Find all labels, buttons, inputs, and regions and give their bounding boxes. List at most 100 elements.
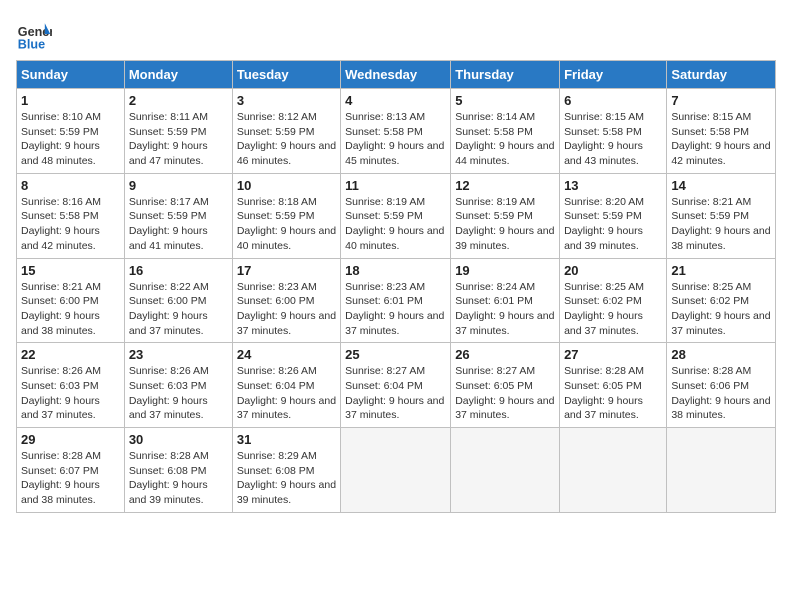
calendar-day-18: 18 Sunrise: 8:23 AM Sunset: 6:01 PM Dayl… xyxy=(341,258,451,343)
calendar-day-2: 2 Sunrise: 8:11 AM Sunset: 5:59 PM Dayli… xyxy=(124,89,232,174)
day-info: Sunrise: 8:19 AM Sunset: 5:59 PM Dayligh… xyxy=(455,195,555,254)
calendar-header: SundayMondayTuesdayWednesdayThursdayFrid… xyxy=(17,61,776,89)
day-info: Sunrise: 8:25 AM Sunset: 6:02 PM Dayligh… xyxy=(671,280,771,339)
calendar-day-20: 20 Sunrise: 8:25 AM Sunset: 6:02 PM Dayl… xyxy=(560,258,667,343)
day-number: 13 xyxy=(564,178,662,193)
weekday-header-friday: Friday xyxy=(560,61,667,89)
day-number: 3 xyxy=(237,93,336,108)
calendar-empty-cell xyxy=(451,428,560,513)
calendar-day-8: 8 Sunrise: 8:16 AM Sunset: 5:58 PM Dayli… xyxy=(17,173,125,258)
day-number: 5 xyxy=(455,93,555,108)
calendar-day-3: 3 Sunrise: 8:12 AM Sunset: 5:59 PM Dayli… xyxy=(232,89,340,174)
day-info: Sunrise: 8:23 AM Sunset: 6:00 PM Dayligh… xyxy=(237,280,336,339)
day-number: 31 xyxy=(237,432,336,447)
calendar-week-1: 1 Sunrise: 8:10 AM Sunset: 5:59 PM Dayli… xyxy=(17,89,776,174)
day-info: Sunrise: 8:20 AM Sunset: 5:59 PM Dayligh… xyxy=(564,195,662,254)
day-number: 19 xyxy=(455,263,555,278)
day-number: 15 xyxy=(21,263,120,278)
day-info: Sunrise: 8:11 AM Sunset: 5:59 PM Dayligh… xyxy=(129,110,228,169)
calendar-day-6: 6 Sunrise: 8:15 AM Sunset: 5:58 PM Dayli… xyxy=(560,89,667,174)
day-info: Sunrise: 8:28 AM Sunset: 6:08 PM Dayligh… xyxy=(129,449,228,508)
calendar-day-10: 10 Sunrise: 8:18 AM Sunset: 5:59 PM Dayl… xyxy=(232,173,340,258)
weekday-header-tuesday: Tuesday xyxy=(232,61,340,89)
calendar-day-16: 16 Sunrise: 8:22 AM Sunset: 6:00 PM Dayl… xyxy=(124,258,232,343)
day-number: 26 xyxy=(455,347,555,362)
day-number: 28 xyxy=(671,347,771,362)
calendar-day-27: 27 Sunrise: 8:28 AM Sunset: 6:05 PM Dayl… xyxy=(560,343,667,428)
day-info: Sunrise: 8:26 AM Sunset: 6:04 PM Dayligh… xyxy=(237,364,336,423)
day-number: 18 xyxy=(345,263,446,278)
day-number: 29 xyxy=(21,432,120,447)
day-number: 11 xyxy=(345,178,446,193)
calendar-empty-cell xyxy=(667,428,776,513)
day-info: Sunrise: 8:12 AM Sunset: 5:59 PM Dayligh… xyxy=(237,110,336,169)
calendar-week-4: 22 Sunrise: 8:26 AM Sunset: 6:03 PM Dayl… xyxy=(17,343,776,428)
day-info: Sunrise: 8:15 AM Sunset: 5:58 PM Dayligh… xyxy=(564,110,662,169)
calendar-day-5: 5 Sunrise: 8:14 AM Sunset: 5:58 PM Dayli… xyxy=(451,89,560,174)
calendar-day-14: 14 Sunrise: 8:21 AM Sunset: 5:59 PM Dayl… xyxy=(667,173,776,258)
day-number: 4 xyxy=(345,93,446,108)
day-number: 21 xyxy=(671,263,771,278)
day-info: Sunrise: 8:23 AM Sunset: 6:01 PM Dayligh… xyxy=(345,280,446,339)
day-info: Sunrise: 8:19 AM Sunset: 5:59 PM Dayligh… xyxy=(345,195,446,254)
logo: General Blue xyxy=(16,16,56,52)
day-info: Sunrise: 8:27 AM Sunset: 6:04 PM Dayligh… xyxy=(345,364,446,423)
calendar-day-12: 12 Sunrise: 8:19 AM Sunset: 5:59 PM Dayl… xyxy=(451,173,560,258)
calendar-week-2: 8 Sunrise: 8:16 AM Sunset: 5:58 PM Dayli… xyxy=(17,173,776,258)
day-number: 1 xyxy=(21,93,120,108)
day-number: 8 xyxy=(21,178,120,193)
weekday-header-wednesday: Wednesday xyxy=(341,61,451,89)
calendar-day-1: 1 Sunrise: 8:10 AM Sunset: 5:59 PM Dayli… xyxy=(17,89,125,174)
calendar-day-11: 11 Sunrise: 8:19 AM Sunset: 5:59 PM Dayl… xyxy=(341,173,451,258)
svg-text:Blue: Blue xyxy=(18,37,45,51)
day-number: 12 xyxy=(455,178,555,193)
weekday-header-sunday: Sunday xyxy=(17,61,125,89)
day-info: Sunrise: 8:28 AM Sunset: 6:07 PM Dayligh… xyxy=(21,449,120,508)
day-number: 25 xyxy=(345,347,446,362)
day-number: 22 xyxy=(21,347,120,362)
calendar-day-9: 9 Sunrise: 8:17 AM Sunset: 5:59 PM Dayli… xyxy=(124,173,232,258)
day-info: Sunrise: 8:28 AM Sunset: 6:05 PM Dayligh… xyxy=(564,364,662,423)
calendar-empty-cell xyxy=(560,428,667,513)
calendar-day-26: 26 Sunrise: 8:27 AM Sunset: 6:05 PM Dayl… xyxy=(451,343,560,428)
day-info: Sunrise: 8:29 AM Sunset: 6:08 PM Dayligh… xyxy=(237,449,336,508)
calendar-day-21: 21 Sunrise: 8:25 AM Sunset: 6:02 PM Dayl… xyxy=(667,258,776,343)
day-info: Sunrise: 8:13 AM Sunset: 5:58 PM Dayligh… xyxy=(345,110,446,169)
day-number: 30 xyxy=(129,432,228,447)
day-info: Sunrise: 8:15 AM Sunset: 5:58 PM Dayligh… xyxy=(671,110,771,169)
calendar-day-31: 31 Sunrise: 8:29 AM Sunset: 6:08 PM Dayl… xyxy=(232,428,340,513)
day-number: 24 xyxy=(237,347,336,362)
day-number: 6 xyxy=(564,93,662,108)
day-number: 10 xyxy=(237,178,336,193)
day-number: 14 xyxy=(671,178,771,193)
day-info: Sunrise: 8:14 AM Sunset: 5:58 PM Dayligh… xyxy=(455,110,555,169)
day-info: Sunrise: 8:22 AM Sunset: 6:00 PM Dayligh… xyxy=(129,280,228,339)
day-number: 2 xyxy=(129,93,228,108)
day-number: 20 xyxy=(564,263,662,278)
calendar-day-30: 30 Sunrise: 8:28 AM Sunset: 6:08 PM Dayl… xyxy=(124,428,232,513)
calendar-empty-cell xyxy=(341,428,451,513)
weekday-header-monday: Monday xyxy=(124,61,232,89)
weekday-header-thursday: Thursday xyxy=(451,61,560,89)
calendar-week-3: 15 Sunrise: 8:21 AM Sunset: 6:00 PM Dayl… xyxy=(17,258,776,343)
calendar-day-25: 25 Sunrise: 8:27 AM Sunset: 6:04 PM Dayl… xyxy=(341,343,451,428)
day-info: Sunrise: 8:21 AM Sunset: 6:00 PM Dayligh… xyxy=(21,280,120,339)
day-number: 17 xyxy=(237,263,336,278)
calendar-day-19: 19 Sunrise: 8:24 AM Sunset: 6:01 PM Dayl… xyxy=(451,258,560,343)
calendar-week-5: 29 Sunrise: 8:28 AM Sunset: 6:07 PM Dayl… xyxy=(17,428,776,513)
calendar-day-22: 22 Sunrise: 8:26 AM Sunset: 6:03 PM Dayl… xyxy=(17,343,125,428)
day-number: 7 xyxy=(671,93,771,108)
day-number: 9 xyxy=(129,178,228,193)
day-info: Sunrise: 8:26 AM Sunset: 6:03 PM Dayligh… xyxy=(21,364,120,423)
calendar-day-28: 28 Sunrise: 8:28 AM Sunset: 6:06 PM Dayl… xyxy=(667,343,776,428)
day-info: Sunrise: 8:28 AM Sunset: 6:06 PM Dayligh… xyxy=(671,364,771,423)
day-info: Sunrise: 8:21 AM Sunset: 5:59 PM Dayligh… xyxy=(671,195,771,254)
calendar-day-17: 17 Sunrise: 8:23 AM Sunset: 6:00 PM Dayl… xyxy=(232,258,340,343)
day-number: 16 xyxy=(129,263,228,278)
calendar-day-15: 15 Sunrise: 8:21 AM Sunset: 6:00 PM Dayl… xyxy=(17,258,125,343)
day-info: Sunrise: 8:16 AM Sunset: 5:58 PM Dayligh… xyxy=(21,195,120,254)
page-header: General Blue xyxy=(16,16,776,52)
weekday-header-saturday: Saturday xyxy=(667,61,776,89)
day-number: 27 xyxy=(564,347,662,362)
calendar-table: SundayMondayTuesdayWednesdayThursdayFrid… xyxy=(16,60,776,513)
